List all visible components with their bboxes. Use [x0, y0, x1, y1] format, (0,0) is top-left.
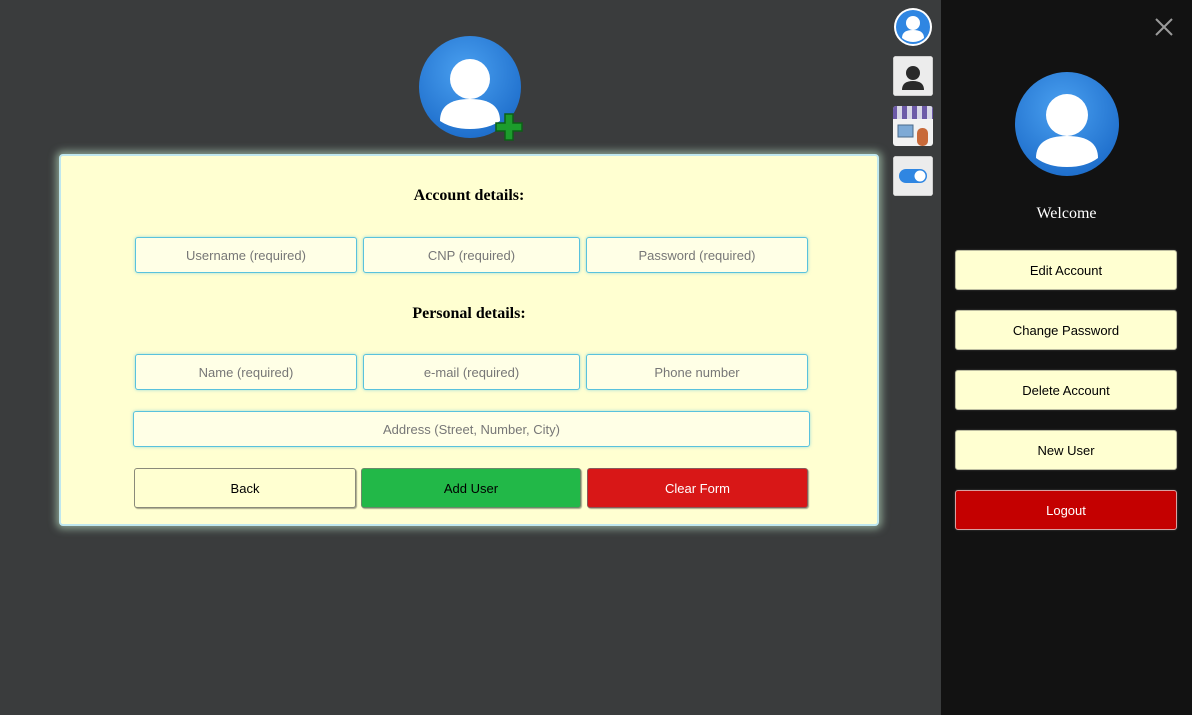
phone-input[interactable] [586, 354, 808, 390]
logout-button[interactable]: Logout [955, 490, 1177, 530]
delete-account-button[interactable]: Delete Account [955, 370, 1177, 410]
user-avatar-icon[interactable] [893, 7, 933, 47]
cnp-input[interactable] [363, 237, 580, 273]
user-silhouette-icon[interactable] [893, 56, 933, 96]
new-user-button[interactable]: New User [955, 430, 1177, 470]
close-icon[interactable] [1153, 16, 1175, 38]
account-details-heading: Account details: [413, 187, 525, 204]
profile-avatar-icon [1014, 71, 1120, 177]
user-drawer: Welcome Edit Account Change Password Del… [941, 0, 1192, 715]
toggle-icon[interactable] [893, 156, 933, 196]
back-button[interactable]: Back [134, 468, 356, 508]
add-user-button[interactable]: Add User [361, 468, 581, 508]
address-input[interactable] [133, 411, 810, 447]
clear-form-button[interactable]: Clear Form [587, 468, 808, 508]
add-user-form: Account details: Personal details: Back … [59, 154, 879, 526]
welcome-text: Welcome [1036, 205, 1097, 222]
password-input[interactable] [586, 237, 808, 273]
shop-icon[interactable] [893, 106, 933, 146]
username-input[interactable] [135, 237, 357, 273]
edit-account-button[interactable]: Edit Account [955, 250, 1177, 290]
change-password-button[interactable]: Change Password [955, 310, 1177, 350]
name-input[interactable] [135, 354, 357, 390]
personal-details-heading: Personal details: [412, 305, 526, 322]
email-input[interactable] [363, 354, 580, 390]
plus-icon [494, 112, 524, 142]
